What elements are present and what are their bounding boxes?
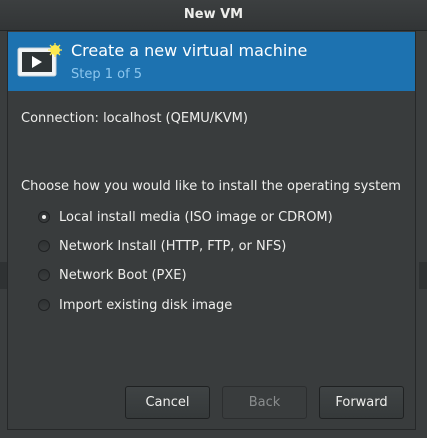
cancel-button[interactable]: Cancel [125, 386, 210, 419]
window-title: New VM [183, 7, 244, 22]
dialog-frame [7, 31, 416, 430]
forward-button[interactable]: Forward [319, 386, 404, 419]
new-vm-dialog: New VM Create a new virtual machine Step… [0, 0, 427, 438]
background-window-edge-right [419, 262, 427, 289]
back-button[interactable]: Back [222, 386, 307, 419]
title-bar[interactable]: New VM [0, 0, 427, 31]
